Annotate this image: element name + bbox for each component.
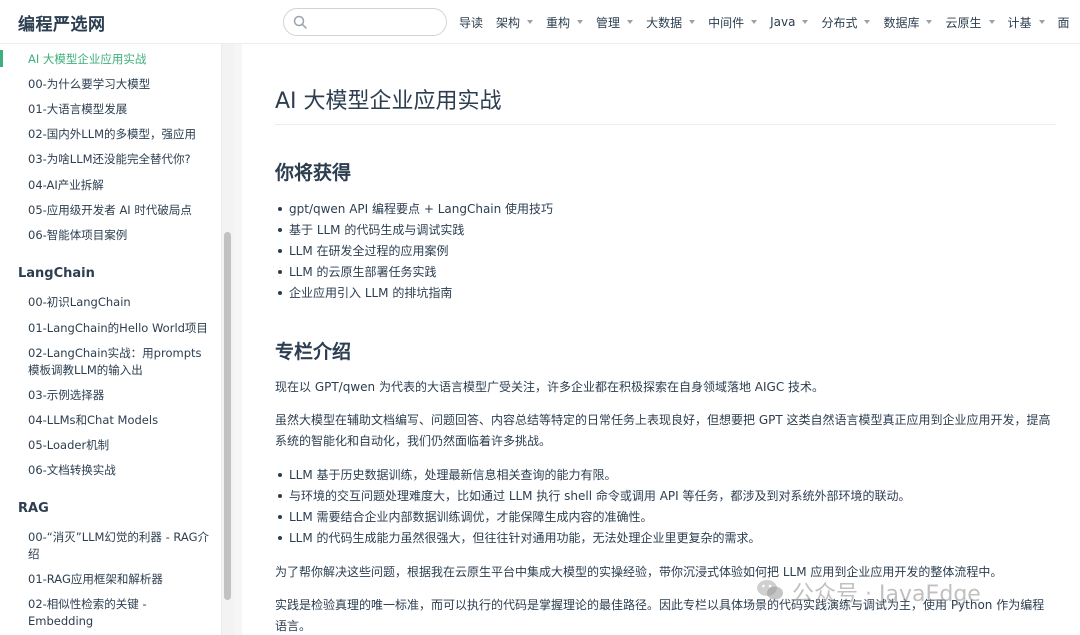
sidebar-item-ai-intro[interactable]: AI 大模型企业应用实战 (28, 51, 210, 68)
nav-item-label: 导读 (459, 15, 484, 30)
search-input[interactable] (312, 12, 440, 32)
nav-item[interactable]: 面 (1058, 14, 1070, 31)
list-item: LLM 在研发全过程的应用案例 (278, 244, 449, 258)
sidebar-item[interactable]: 03-示例选择器 (28, 387, 210, 404)
chevron-down-icon (926, 20, 933, 24)
list-item: 企业应用引入 LLM 的排坑指南 (277, 286, 453, 300)
sidebar-item[interactable]: 00-“消灭”LLM幻觉的利器 - RAG介绍 (28, 529, 210, 563)
sidebar-item[interactable]: 00-初识LangChain (28, 294, 210, 311)
nav-item-label: Java (770, 15, 796, 29)
nav-item-label: 计基 (1007, 15, 1032, 30)
sidebar-group-langchain[interactable]: LangChain (18, 266, 95, 281)
sidebar-scrollbar-thumb[interactable] (224, 232, 231, 600)
top-navbar: 编程严选网 导读 架构 重构 管理 大数据 中间件 Java 分布式 数据库 云原生 计基 面 (0, 0, 1080, 44)
nav-item[interactable]: 导读 (459, 14, 483, 31)
nav-item-label: 管理 (596, 15, 621, 30)
nav-item[interactable]: 分布式 (821, 14, 871, 31)
nav-item[interactable]: 计基 (1008, 14, 1045, 31)
sidebar: AI 大模型企业应用实战 00-为什么要学习大模型 01-大语言模型发展 02-… (0, 44, 222, 635)
sidebar-item[interactable]: 02-相似性检索的关键 - Embedding (28, 596, 210, 630)
sidebar-item[interactable]: 01-RAG应用框架和解析器 (28, 571, 210, 588)
nav-item[interactable]: 管理 (596, 14, 634, 31)
sidebar-group-rag[interactable]: RAG (18, 501, 49, 516)
sidebar-item[interactable]: 06-智能体项目案例 (28, 227, 210, 244)
watermark: 公众号 · JavaEdge (756, 576, 1056, 612)
list-item: LLM 基于历史数据训练，处理最新信息相关查询的能力有限。 (278, 468, 617, 482)
paragraph: 现在以 GPT/qwen 为代表的大语言模型广受关注，许多企业都在积极探索在自身… (275, 380, 825, 394)
nav-item-label: 数据库 (883, 15, 920, 30)
chevron-down-icon (689, 20, 696, 24)
chevron-down-icon (988, 20, 995, 24)
watermark-text: 公众号 · JavaEdge (792, 582, 981, 607)
search-icon (293, 15, 307, 29)
nav-item-label: 重构 (546, 15, 571, 30)
list-item: 基于 LLM 的代码生成与调试实践 (277, 223, 465, 237)
active-indicator (0, 50, 3, 67)
nav-item-label: 中间件 (708, 15, 745, 30)
section-heading-gains: 你将获得 (275, 162, 352, 184)
nav-item[interactable]: 大数据 (646, 14, 696, 31)
page-gutter (234, 44, 242, 635)
list-item: LLM 需要结合企业内部数据训练调优，才能保障生成内容的准确性。 (278, 510, 653, 524)
sidebar-item[interactable]: 02-国内外LLM的多模型，强应用 (28, 126, 210, 143)
list-item: gpt/qwen API 编程要点 + LangChain 使用技巧 (277, 202, 554, 216)
nav-item[interactable]: 云原生 (945, 14, 995, 31)
section-heading-intro: 专栏介绍 (275, 341, 352, 363)
chevron-down-icon (627, 20, 634, 24)
sidebar-item[interactable]: 02-LangChain实战：用prompts模板调教LLM的输入出 (28, 345, 210, 379)
nav-item[interactable]: 中间件 (708, 14, 758, 31)
list-item: LLM 的云原生部署任务实践 (278, 265, 437, 279)
nav-item-label: 大数据 (646, 15, 683, 30)
page-title: AI 大模型企业应用实战 (275, 89, 502, 114)
sidebar-item[interactable]: 05-应用级开发者 AI 时代破局点 (28, 202, 210, 219)
chevron-down-icon (802, 20, 809, 24)
chevron-down-icon (751, 20, 758, 24)
list-item: LLM 的代码生成能力虽然很强大，但往往针对通用功能，无法处理企业里更复杂的需求… (278, 531, 761, 545)
sidebar-item[interactable]: 04-LLMs和Chat Models (28, 412, 210, 429)
wechat-icon (757, 580, 783, 600)
nav-item[interactable]: 架构 (496, 14, 534, 31)
nav-item-label: 架构 (496, 15, 521, 30)
nav-item-label: 面 (1057, 15, 1070, 30)
nav-item-label: 云原生 (945, 15, 982, 30)
nav-links: 导读 架构 重构 管理 大数据 中间件 Java 分布式 数据库 云原生 计基 面 (459, 0, 1080, 44)
sidebar-item[interactable]: 01-大语言模型发展 (28, 101, 210, 118)
site-title[interactable]: 编程严选网 (18, 10, 106, 35)
search-box[interactable] (283, 8, 447, 36)
sidebar-item[interactable]: 06-文档转换实战 (28, 462, 210, 479)
sidebar-item[interactable]: 00-为什么要学习大模型 (28, 76, 210, 93)
sidebar-item[interactable]: 05-Loader机制 (28, 437, 210, 454)
chevron-down-icon (527, 20, 534, 24)
nav-item-label: 分布式 (821, 15, 858, 30)
sidebar-item[interactable]: 03-为啥LLM还没能完全替代你? (28, 151, 210, 168)
paragraph: 虽然大模型在辅助文档编写、问题回答、内容总结等特定的日常任务上表现良好，但想要把… (275, 413, 1051, 448)
chevron-down-icon (864, 20, 871, 24)
page-content (242, 54, 1080, 635)
chevron-down-icon (577, 20, 584, 24)
nav-item[interactable]: Java (770, 15, 809, 29)
list-item: 与环境的交互问题处理难度大，比如通过 LLM 执行 shell 命令或调用 AP… (278, 489, 911, 503)
title-divider (275, 124, 1056, 125)
nav-item[interactable]: 数据库 (883, 14, 933, 31)
chevron-down-icon (1038, 20, 1045, 24)
sidebar-item[interactable]: 04-AI产业拆解 (28, 177, 210, 194)
nav-item[interactable]: 重构 (546, 14, 584, 31)
sidebar-item[interactable]: 01-LangChain的Hello World项目 (28, 320, 210, 337)
